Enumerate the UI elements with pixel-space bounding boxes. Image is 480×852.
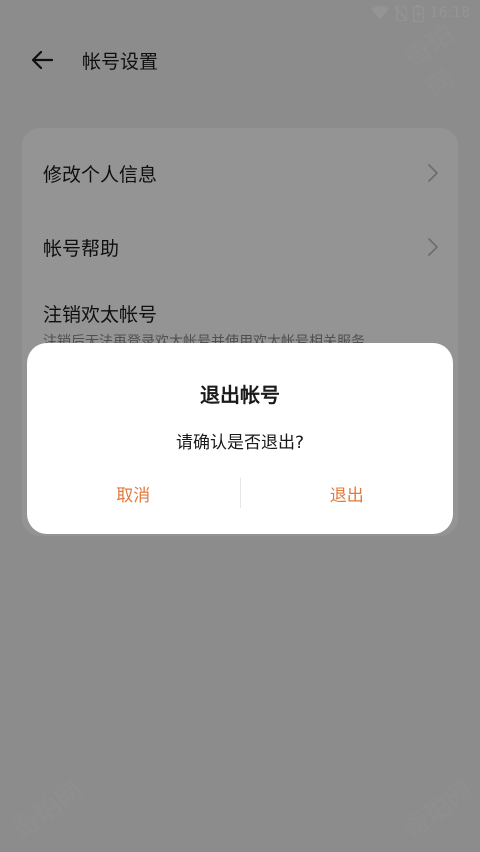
logout-confirm-button[interactable]: 退出	[241, 481, 454, 506]
logout-dialog: 退出帐号 请确认是否退出? 取消 退出	[27, 343, 453, 534]
dialog-title: 退出帐号	[200, 383, 280, 407]
dialog-actions: 取消 退出	[27, 473, 453, 513]
cancel-button[interactable]: 取消	[27, 481, 240, 506]
dialog-message: 请确认是否退出?	[175, 433, 305, 453]
